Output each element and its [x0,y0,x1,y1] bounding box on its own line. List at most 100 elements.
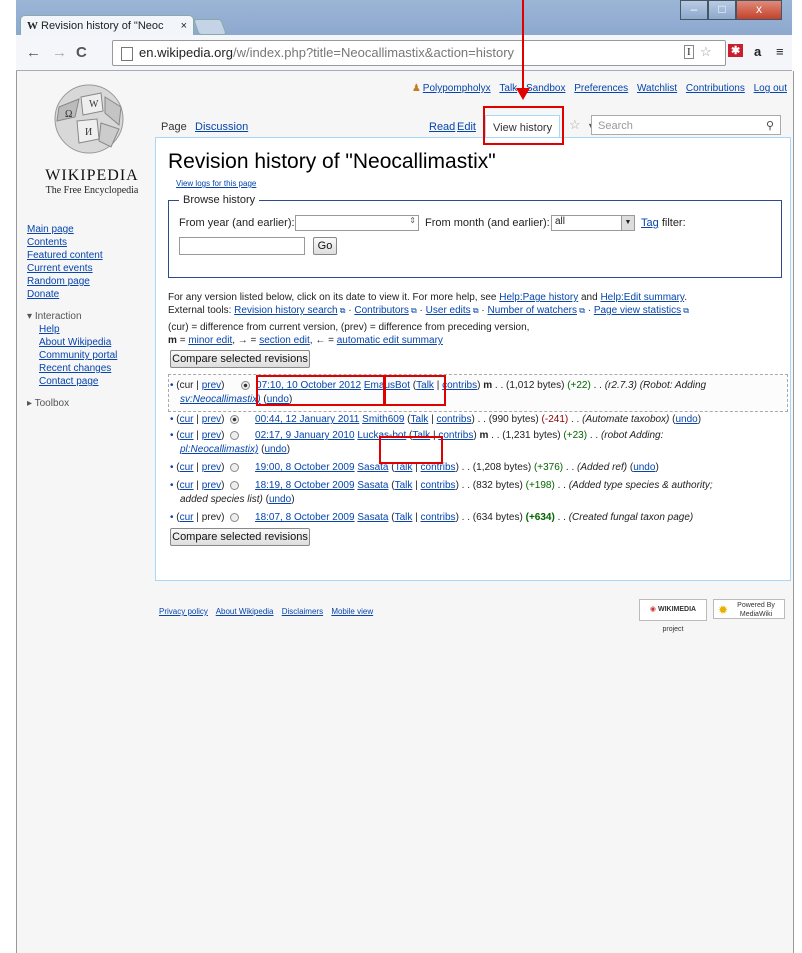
contributors-link[interactable]: Contributors [354,305,408,316]
ime-icon[interactable]: I [684,45,694,59]
revision-summary-link[interactable]: sv:Neocallimastix) [180,394,261,405]
year-input[interactable]: ⇕ [295,215,419,231]
undo-link[interactable]: undo [633,462,655,473]
user-talk-link[interactable]: Talk [395,512,413,523]
tab-read[interactable]: Read [429,121,455,133]
privacy-policy-link[interactable]: Privacy policy [159,607,208,616]
user-contribs-link[interactable]: contribs [438,430,473,441]
user-talk-link[interactable]: Talk [395,480,413,491]
contributions-link[interactable]: Contributions [686,83,745,94]
mobile-view-link[interactable]: Mobile view [331,607,373,616]
revision-radio[interactable] [241,380,251,390]
view-logs-link[interactable]: View logs for this page [176,179,256,188]
sidebar-item-community-portal[interactable]: Community portal [39,350,117,361]
search-input[interactable]: Search ⚲ [591,115,781,135]
tab-edit[interactable]: Edit [457,121,476,133]
user-contribs-link[interactable]: contribs [442,380,477,391]
maximize-button[interactable]: □ [708,0,736,20]
cur-link[interactable]: cur [180,480,194,491]
revision-date-link[interactable]: 00:44, 12 January 2011 [255,414,359,425]
revision-date-link[interactable]: 02:17, 9 January 2010 [255,430,355,441]
bookmark-star-icon[interactable]: ☆ [700,44,712,60]
revision-summary-link[interactable]: pl:Neocallimastix) [180,444,258,455]
sidebar-item-contact-page[interactable]: Contact page [39,376,99,387]
number-of-watchers-link[interactable]: Number of watchers [488,305,577,316]
page-view-statistics-link[interactable]: Page view statistics [594,305,681,316]
undo-link[interactable]: undo [264,444,286,455]
undo-link[interactable]: undo [269,494,291,505]
browser-tab[interactable]: W Revision history of "Neoc × [20,15,194,36]
cur-link[interactable]: cur [180,430,194,441]
cur-link[interactable]: cur [180,512,194,523]
cur-link[interactable]: cur [180,414,194,425]
revision-user-link[interactable]: Smith609 [362,414,404,425]
close-window-button[interactable]: x [736,0,782,20]
sidebar-item-main-page[interactable]: Main page [27,224,74,235]
sidebar-item-recent-changes[interactable]: Recent changes [39,363,111,374]
tab-page[interactable]: Page [161,121,187,133]
sandbox-link[interactable]: Sandbox [526,83,565,94]
compare-revisions-button-bottom[interactable]: Compare selected revisions [170,528,310,546]
sidebar-item-donate[interactable]: Donate [27,289,59,300]
prev-link[interactable]: prev [202,462,221,473]
revision-history-search-link[interactable]: Revision history search [234,305,337,316]
revision-radio[interactable] [230,512,240,522]
revision-user-link[interactable]: Sasata [357,480,388,491]
address-bar[interactable]: en.wikipedia.org/w/index.php?title=Neoca… [112,40,726,66]
powered-by-mediawiki-badge[interactable]: ✹ Powered By MediaWiki [713,599,785,619]
sidebar-item-help[interactable]: Help [39,324,60,335]
wikimedia-project-badge[interactable]: ◉ WIKIMEDIA project [639,599,707,633]
forward-arrow-icon[interactable]: → [52,44,67,61]
tag-filter-input[interactable] [179,237,305,255]
prev-link[interactable]: prev [202,480,221,491]
about-wikipedia-link[interactable]: About Wikipedia [216,607,274,616]
logout-link[interactable]: Log out [754,83,787,94]
sidebar-item-current-events[interactable]: Current events [27,263,93,274]
search-icon[interactable]: ⚲ [766,116,774,136]
compare-revisions-button[interactable]: Compare selected revisions [170,350,310,368]
sidebar-item-featured-content[interactable]: Featured content [27,250,103,261]
automatic-edit-summary-link[interactable]: automatic edit summary [337,335,443,346]
amazon-extension-icon[interactable]: a [754,44,761,59]
toolbox-header[interactable]: ▸ Toolbox [27,397,157,410]
extension-icon[interactable]: ✱ [728,44,744,57]
new-tab-button[interactable] [193,19,227,35]
section-edit-link[interactable]: section edit [259,335,310,346]
minimize-button[interactable]: – [680,0,708,20]
help-edit-summary-link[interactable]: Help:Edit summary [600,292,684,303]
user-edits-link[interactable]: User edits [426,305,471,316]
watchlist-link[interactable]: Watchlist [637,83,677,94]
reload-icon[interactable]: C [76,44,87,61]
menu-icon[interactable]: ≡ [776,44,784,59]
sidebar-item-contents[interactable]: Contents [27,237,67,248]
prev-link[interactable]: prev [202,380,221,391]
help-page-history-link[interactable]: Help:Page history [499,292,578,303]
revision-date-link[interactable]: 18:07, 8 October 2009 [255,512,355,523]
user-talk-link[interactable]: Talk [411,414,429,425]
prev-link[interactable]: prev [202,430,221,441]
tab-close-icon[interactable]: × [181,16,187,36]
spinner-icon[interactable]: ⇕ [409,216,416,225]
month-select[interactable]: all ▼ [551,215,635,231]
back-arrow-icon[interactable]: ← [26,44,41,61]
chevron-down-icon[interactable]: ▼ [621,216,634,230]
tab-discussion[interactable]: Discussion [195,121,248,133]
revision-radio[interactable] [230,430,240,440]
watch-star-icon[interactable]: ☆ [569,117,581,133]
undo-link[interactable]: undo [676,414,698,425]
revision-radio[interactable] [230,462,240,472]
talk-link[interactable]: Talk [499,83,517,94]
preferences-link[interactable]: Preferences [574,83,628,94]
interaction-header[interactable]: ▾ Interaction [27,310,157,323]
disclaimers-link[interactable]: Disclaimers [282,607,323,616]
cur-link[interactable]: cur [180,462,194,473]
revision-radio[interactable] [230,480,240,490]
revision-user-link[interactable]: Sasata [357,512,388,523]
revision-radio[interactable] [230,414,240,424]
go-button[interactable]: Go [313,237,337,255]
sidebar-item-about[interactable]: About Wikipedia [39,337,111,348]
user-contribs-link[interactable]: contribs [421,480,456,491]
tag-link[interactable]: Tag [641,217,659,229]
revision-date-link[interactable]: 18:19, 8 October 2009 [255,480,355,491]
minor-edit-link[interactable]: minor edit [188,335,232,346]
